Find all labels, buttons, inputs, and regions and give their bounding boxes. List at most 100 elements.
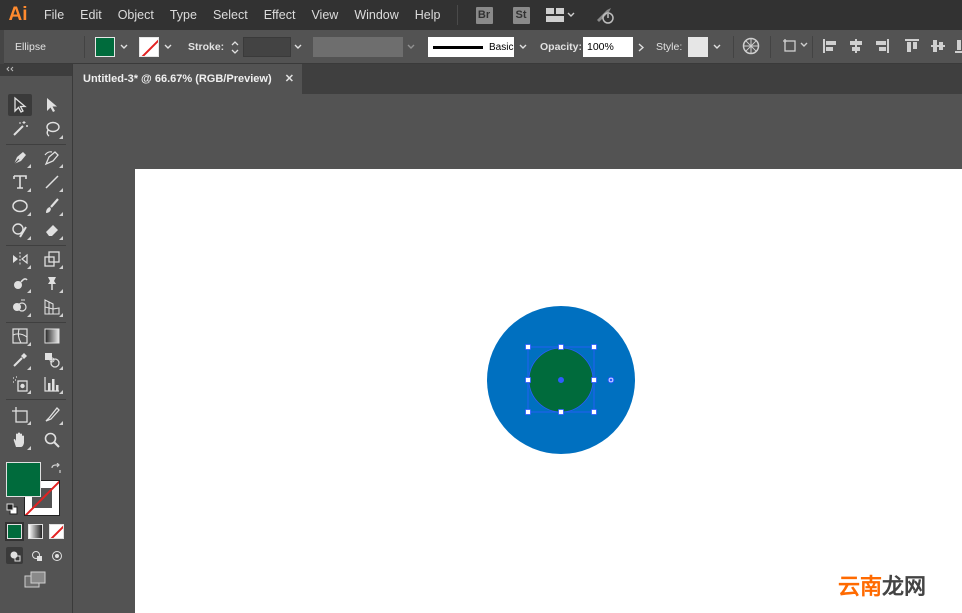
resize-handle: [591, 409, 597, 415]
close-tab-icon[interactable]: ✕: [285, 72, 294, 85]
style-dropdown-button[interactable]: [710, 37, 724, 57]
brush-stroke-preview: [433, 45, 483, 49]
fill-color-swatch[interactable]: [95, 37, 115, 57]
mesh-tool[interactable]: [8, 325, 32, 347]
stock-button[interactable]: St: [512, 6, 530, 24]
bridge-button[interactable]: Br: [475, 6, 493, 24]
align-right-button[interactable]: [874, 38, 890, 59]
resize-handle: [525, 344, 531, 350]
change-screen-mode-button[interactable]: [24, 571, 48, 594]
menu-view[interactable]: View: [303, 0, 346, 30]
menu-edit[interactable]: Edit: [72, 0, 110, 30]
shaper-tool[interactable]: [8, 219, 32, 241]
eyedropper-tool[interactable]: [8, 349, 32, 371]
recolor-artwork-button[interactable]: [742, 37, 760, 60]
transform-button[interactable]: [782, 37, 808, 53]
direct-selection-tool[interactable]: [40, 94, 64, 116]
line-segment-tool[interactable]: [40, 171, 64, 193]
reflect-tool[interactable]: [8, 248, 32, 270]
selection-tool[interactable]: [8, 94, 32, 116]
stroke-weight-stepper[interactable]: [228, 37, 242, 57]
shape-builder-tool[interactable]: [8, 296, 32, 318]
opacity-input[interactable]: 100%: [583, 37, 633, 57]
none-mode-button[interactable]: [49, 524, 64, 539]
column-graph-tool[interactable]: [40, 373, 64, 395]
stroke-label[interactable]: Stroke:: [188, 41, 224, 53]
lasso-tool[interactable]: [40, 118, 64, 140]
warp-tool[interactable]: [8, 272, 32, 294]
stroke-color-swatch[interactable]: [139, 37, 159, 57]
watermark-rest: 龙网: [881, 575, 926, 600]
stroke-weight-dropdown[interactable]: [291, 37, 305, 57]
collapse-icon: [6, 66, 14, 72]
chevron-right-icon: [638, 42, 644, 52]
color-mode-button[interactable]: [5, 522, 24, 541]
perspective-grid-tool[interactable]: [40, 296, 64, 318]
document-tab-title: Untitled-3* @ 66.67% (RGB/Preview): [83, 73, 272, 85]
default-fill-stroke-button[interactable]: [6, 502, 18, 520]
draw-behind-button[interactable]: [28, 547, 45, 564]
gpu-performance-button[interactable]: [595, 6, 615, 24]
brush-definition[interactable]: Basic: [428, 37, 514, 57]
curvature-tool[interactable]: [40, 147, 64, 169]
chevron-down-icon: [294, 44, 302, 49]
brush-dropdown-button[interactable]: [516, 37, 530, 57]
align-vertical-center-button[interactable]: [930, 38, 946, 59]
magic-wand-tool[interactable]: [8, 118, 32, 140]
selection-type-label: Ellipse: [15, 41, 46, 53]
menu-object[interactable]: Object: [110, 0, 162, 30]
menu-effect[interactable]: Effect: [256, 0, 304, 30]
menu-window[interactable]: Window: [346, 0, 406, 30]
document-tab[interactable]: Untitled-3* @ 66.67% (RGB/Preview) ✕: [74, 64, 302, 94]
ellipse-icon: [12, 199, 28, 213]
blend-tool[interactable]: [40, 349, 64, 371]
artboard-tool[interactable]: [8, 404, 32, 426]
eraser-tool[interactable]: [40, 219, 64, 241]
paintbrush-tool[interactable]: [40, 195, 64, 217]
stroke-dropdown-button[interactable]: [161, 37, 175, 57]
menu-select[interactable]: Select: [205, 0, 256, 30]
draw-inside-icon: [51, 550, 62, 561]
opacity-label[interactable]: Opacity:: [540, 41, 582, 53]
puppet-warp-tool[interactable]: [40, 272, 64, 294]
draw-normal-button[interactable]: [6, 547, 23, 564]
align-left-button[interactable]: [822, 38, 838, 59]
hand-icon: [13, 432, 24, 447]
arrange-documents-button[interactable]: [545, 8, 575, 22]
gradient-mode-button[interactable]: [28, 524, 43, 539]
align-bottom-button[interactable]: [954, 38, 962, 59]
align-top-button[interactable]: [904, 38, 920, 59]
artboard[interactable]: 云南龙网: [135, 169, 962, 613]
resize-handle: [525, 409, 531, 415]
opacity-arrow-button[interactable]: [634, 37, 648, 57]
canvas-workspace[interactable]: 云南龙网: [74, 94, 962, 613]
zoom-tool[interactable]: [40, 429, 64, 451]
tools-panel-header[interactable]: [0, 64, 72, 76]
fill-dropdown-button[interactable]: [117, 37, 131, 57]
scale-tool[interactable]: [40, 248, 64, 270]
hand-tool[interactable]: [8, 429, 32, 451]
control-bar-grip[interactable]: [0, 30, 4, 64]
pen-tool[interactable]: [8, 147, 32, 169]
fill-swatch[interactable]: [6, 462, 41, 497]
menu-type[interactable]: Type: [162, 0, 205, 30]
slice-tool[interactable]: [40, 404, 64, 426]
graphic-style-swatch[interactable]: [688, 37, 708, 57]
variable-width-dropdown[interactable]: [404, 37, 418, 57]
tools-panel: [0, 64, 73, 613]
align-horizontal-center-button[interactable]: [848, 38, 864, 59]
symbol-sprayer-tool[interactable]: [8, 373, 32, 395]
stroke-weight-input[interactable]: [243, 37, 291, 57]
watermark: 云南龙网: [838, 569, 926, 601]
gradient-tool[interactable]: [40, 325, 64, 347]
menu-file[interactable]: File: [36, 0, 72, 30]
resize-handle: [591, 344, 597, 350]
watermark-highlight: 云南: [837, 575, 882, 600]
screen-mode-icon: [24, 571, 46, 588]
menu-help[interactable]: Help: [407, 0, 449, 30]
swap-fill-stroke-button[interactable]: [50, 462, 62, 480]
type-tool[interactable]: [8, 171, 32, 193]
draw-inside-button[interactable]: [48, 547, 65, 564]
variable-width-profile[interactable]: [313, 37, 403, 57]
ellipse-tool[interactable]: [8, 195, 32, 217]
